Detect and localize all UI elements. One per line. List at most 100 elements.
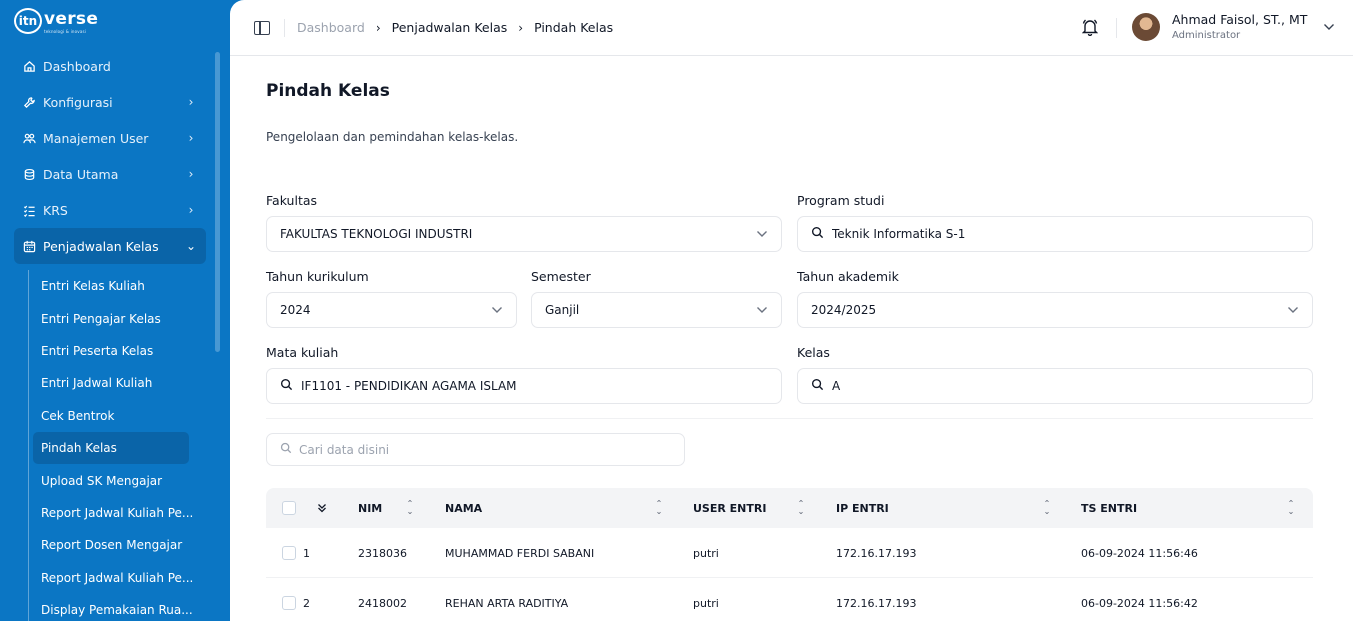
row-checkbox[interactable]	[282, 528, 296, 578]
sidebar-item-label: Manajemen User	[43, 130, 149, 146]
divider	[284, 18, 285, 37]
kelas-search-input[interactable]: A	[797, 368, 1313, 404]
subnav-item-report-dosen-mengajar[interactable]: Report Dosen Mengajar	[29, 529, 198, 561]
sidebar-toggle-icon[interactable]	[254, 20, 270, 35]
matkul-search-input[interactable]: IF1101 - PENDIDIKAN AGAMA ISLAM	[266, 368, 782, 404]
sidebar-scrollbar[interactable]	[215, 52, 220, 352]
cell-ip-entri: 172.16.17.193	[836, 546, 917, 560]
bell-icon[interactable]	[1081, 18, 1099, 37]
row-checkbox[interactable]	[282, 578, 296, 621]
divider	[266, 418, 1313, 419]
sidebar-item-manajemen-user[interactable]: Manajemen User ›	[14, 120, 206, 156]
semester-value: Ganjil	[545, 303, 580, 317]
column-header-nim[interactable]: NIM	[358, 488, 382, 528]
fakultas-value: FAKULTAS TEKNOLOGI INDUSTRI	[280, 227, 473, 241]
akademik-value: 2024/2025	[811, 303, 877, 317]
sidebar-item-label: Data Utama	[43, 166, 119, 182]
subnav-item-upload-sk-mengajar[interactable]: Upload SK Mengajar	[29, 464, 198, 496]
user-role: Administrator	[1172, 30, 1241, 41]
semester-select[interactable]: Ganjil	[531, 292, 782, 328]
subnav-item-report-jadwal-kuliah-2[interactable]: Report Jadwal Kuliah Pe...	[29, 562, 198, 594]
sidebar-item-dashboard[interactable]: Dashboard	[14, 48, 206, 84]
cell-ip-entri: 172.16.17.193	[836, 596, 917, 610]
home-icon	[22, 59, 36, 73]
select-all-checkbox[interactable]	[282, 488, 296, 528]
sidebar-item-label: KRS	[43, 202, 68, 218]
list-check-icon	[22, 203, 36, 217]
akademik-select[interactable]: 2024/2025	[797, 292, 1313, 328]
chevron-right-icon: ›	[188, 131, 194, 145]
column-header-ip-entri[interactable]: IP ENTRI	[836, 488, 889, 528]
sidebar-item-konfigurasi[interactable]: Konfigurasi ›	[14, 84, 206, 120]
breadcrumb-pindah-kelas: Pindah Kelas	[534, 20, 614, 35]
breadcrumb-penjadwalan-kelas[interactable]: Penjadwalan Kelas	[392, 20, 508, 35]
search-icon	[811, 226, 825, 242]
subnav-item-report-jadwal-kuliah-1[interactable]: Report Jadwal Kuliah Pe...	[29, 497, 198, 529]
subnav-item-display-pemakaian-ruang[interactable]: Display Pemakaian Rua...	[29, 594, 198, 621]
table-row[interactable]: 1 2318036 MUHAMMAD FERDI SABANI putri 17…	[266, 528, 1313, 578]
prodi-value: Teknik Informatika S-1	[832, 227, 966, 241]
cell-ts-entri: 06-09-2024 11:56:46	[1081, 546, 1198, 560]
subnav-item-entri-pengajar-kelas[interactable]: Entri Pengajar Kelas	[29, 302, 198, 334]
chevron-right-icon: ›	[518, 20, 524, 35]
chevron-right-icon: ›	[188, 95, 194, 109]
chevron-right-icon: ›	[188, 167, 194, 181]
expand-all-icon[interactable]	[317, 488, 327, 528]
kurikulum-label: Tahun kurikulum	[266, 269, 369, 284]
sort-icon[interactable]: ⌃ ⌄	[405, 500, 415, 516]
cell-nim: 2418002	[358, 596, 407, 610]
chevron-down-icon[interactable]	[1323, 20, 1335, 34]
fakultas-select[interactable]: FAKULTAS TEKNOLOGI INDUSTRI	[266, 216, 782, 252]
logo-mark: itn	[14, 8, 42, 34]
sidebar-item-data-utama[interactable]: Data Utama ›	[14, 156, 206, 192]
cell-user-entri: putri	[693, 596, 719, 610]
cell-ts-entri: 06-09-2024 11:56:42	[1081, 596, 1198, 610]
sidebar-item-label: Konfigurasi	[43, 94, 113, 110]
kelas-value: A	[832, 379, 841, 393]
subnav-item-cek-bentrok[interactable]: Cek Bentrok	[29, 400, 198, 432]
kurikulum-value: 2024	[280, 303, 311, 317]
table-search-input[interactable]	[299, 442, 659, 457]
fakultas-label: Fakultas	[266, 193, 318, 208]
chevron-down-icon: ⌄	[186, 239, 197, 253]
table-row[interactable]: 2 2418002 REHAN ARTA RADITIYA putri 172.…	[266, 578, 1313, 621]
chevron-down-icon	[1287, 304, 1299, 317]
page-description: Pengelolaan dan pemindahan kelas-kelas.	[266, 130, 519, 144]
breadcrumb-dashboard[interactable]: Dashboard	[297, 20, 365, 35]
search-icon	[811, 378, 825, 394]
prodi-label: Program studi	[797, 193, 885, 208]
chevron-right-icon: ›	[188, 203, 194, 217]
user-name[interactable]: Ahmad Faisol, ST., MT	[1172, 12, 1307, 27]
sidebar-item-penjadwalan-kelas[interactable]: Penjadwalan Kelas ⌄	[14, 228, 206, 264]
subnav-item-entri-jadwal-kuliah[interactable]: Entri Jadwal Kuliah	[29, 367, 198, 399]
sort-icon[interactable]: ⌃ ⌄	[1042, 500, 1052, 516]
column-header-user-entri[interactable]: USER ENTRI	[693, 488, 766, 528]
sidebar-item-krs[interactable]: KRS ›	[14, 192, 206, 228]
kelas-label: Kelas	[797, 345, 830, 360]
wrench-icon	[22, 95, 36, 109]
sort-icon[interactable]: ⌃ ⌄	[1286, 500, 1296, 516]
cell-nim: 2318036	[358, 546, 407, 560]
chevron-down-icon	[491, 304, 503, 317]
column-header-nama[interactable]: NAMA	[445, 488, 482, 528]
sort-icon[interactable]: ⌃ ⌄	[654, 500, 664, 516]
users-icon	[22, 131, 36, 145]
row-number: 1	[303, 546, 310, 560]
sort-icon[interactable]: ⌃ ⌄	[796, 500, 806, 516]
kurikulum-select[interactable]: 2024	[266, 292, 517, 328]
sidebar-item-label: Dashboard	[43, 58, 111, 74]
sidebar-subnav: Entri Kelas Kuliah Entri Pengajar Kelas …	[28, 270, 198, 621]
subnav-item-entri-kelas-kuliah[interactable]: Entri Kelas Kuliah	[29, 270, 198, 302]
prodi-search-input[interactable]: Teknik Informatika S-1	[797, 216, 1313, 252]
avatar[interactable]	[1132, 13, 1160, 41]
column-header-ts-entri[interactable]: TS ENTRI	[1081, 488, 1137, 528]
chevron-right-icon: ›	[375, 20, 381, 35]
subnav-item-entri-peserta-kelas[interactable]: Entri Peserta Kelas	[29, 335, 198, 367]
app-logo[interactable]: itn verse teknologi & inovasi	[14, 8, 98, 34]
cell-user-entri: putri	[693, 546, 719, 560]
matkul-label: Mata kuliah	[266, 345, 339, 360]
subnav-item-pindah-kelas[interactable]: Pindah Kelas	[33, 431, 189, 465]
chevron-down-icon	[756, 304, 768, 317]
search-icon	[280, 378, 294, 394]
search-icon	[280, 442, 292, 457]
